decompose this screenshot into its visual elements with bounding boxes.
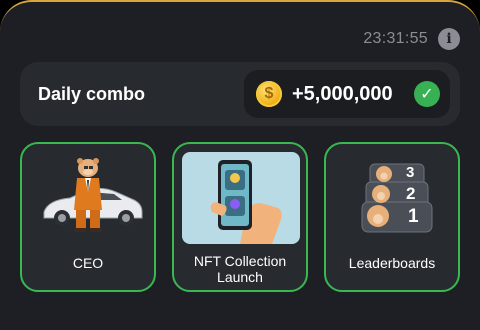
rank-1-label: 1	[408, 206, 419, 227]
info-icon[interactable]: i	[438, 28, 460, 50]
coin-icon: $	[256, 81, 282, 107]
rank-3-label: 3	[406, 164, 415, 181]
combo-card-nft-collection-launch[interactable]: NFT Collection Launch	[172, 142, 308, 292]
reward-amount: +5,000,000	[292, 82, 393, 105]
daily-combo-bar: Daily combo $ +5,000,000 ✓	[20, 62, 460, 126]
rank-2-label: 2	[406, 184, 416, 203]
hamster-car-image	[43, 158, 143, 232]
leaderboard-image: 3 2 1	[334, 152, 452, 244]
card-label-nft-collection-launch: NFT Collection Launch	[193, 253, 287, 285]
daily-combo-title: Daily combo	[38, 83, 146, 104]
combo-reward: $ +5,000,000 ✓	[244, 70, 450, 118]
timer-row: 23:31:55 i	[363, 26, 460, 52]
card-label-ceo: CEO	[72, 255, 104, 271]
check-icon: ✓	[414, 81, 440, 107]
combo-timer: 23:31:55	[363, 30, 428, 47]
card-label-leaderboards: Leaderboards	[348, 255, 436, 271]
phone-nft-image	[182, 152, 300, 244]
combo-card-ceo[interactable]: CEO	[20, 142, 156, 292]
combo-card-leaderboards[interactable]: 3 2 1 Leaderboards	[324, 142, 460, 292]
main-panel: 23:31:55 i Daily combo $ +5,000,000 ✓ CE…	[0, 0, 480, 330]
